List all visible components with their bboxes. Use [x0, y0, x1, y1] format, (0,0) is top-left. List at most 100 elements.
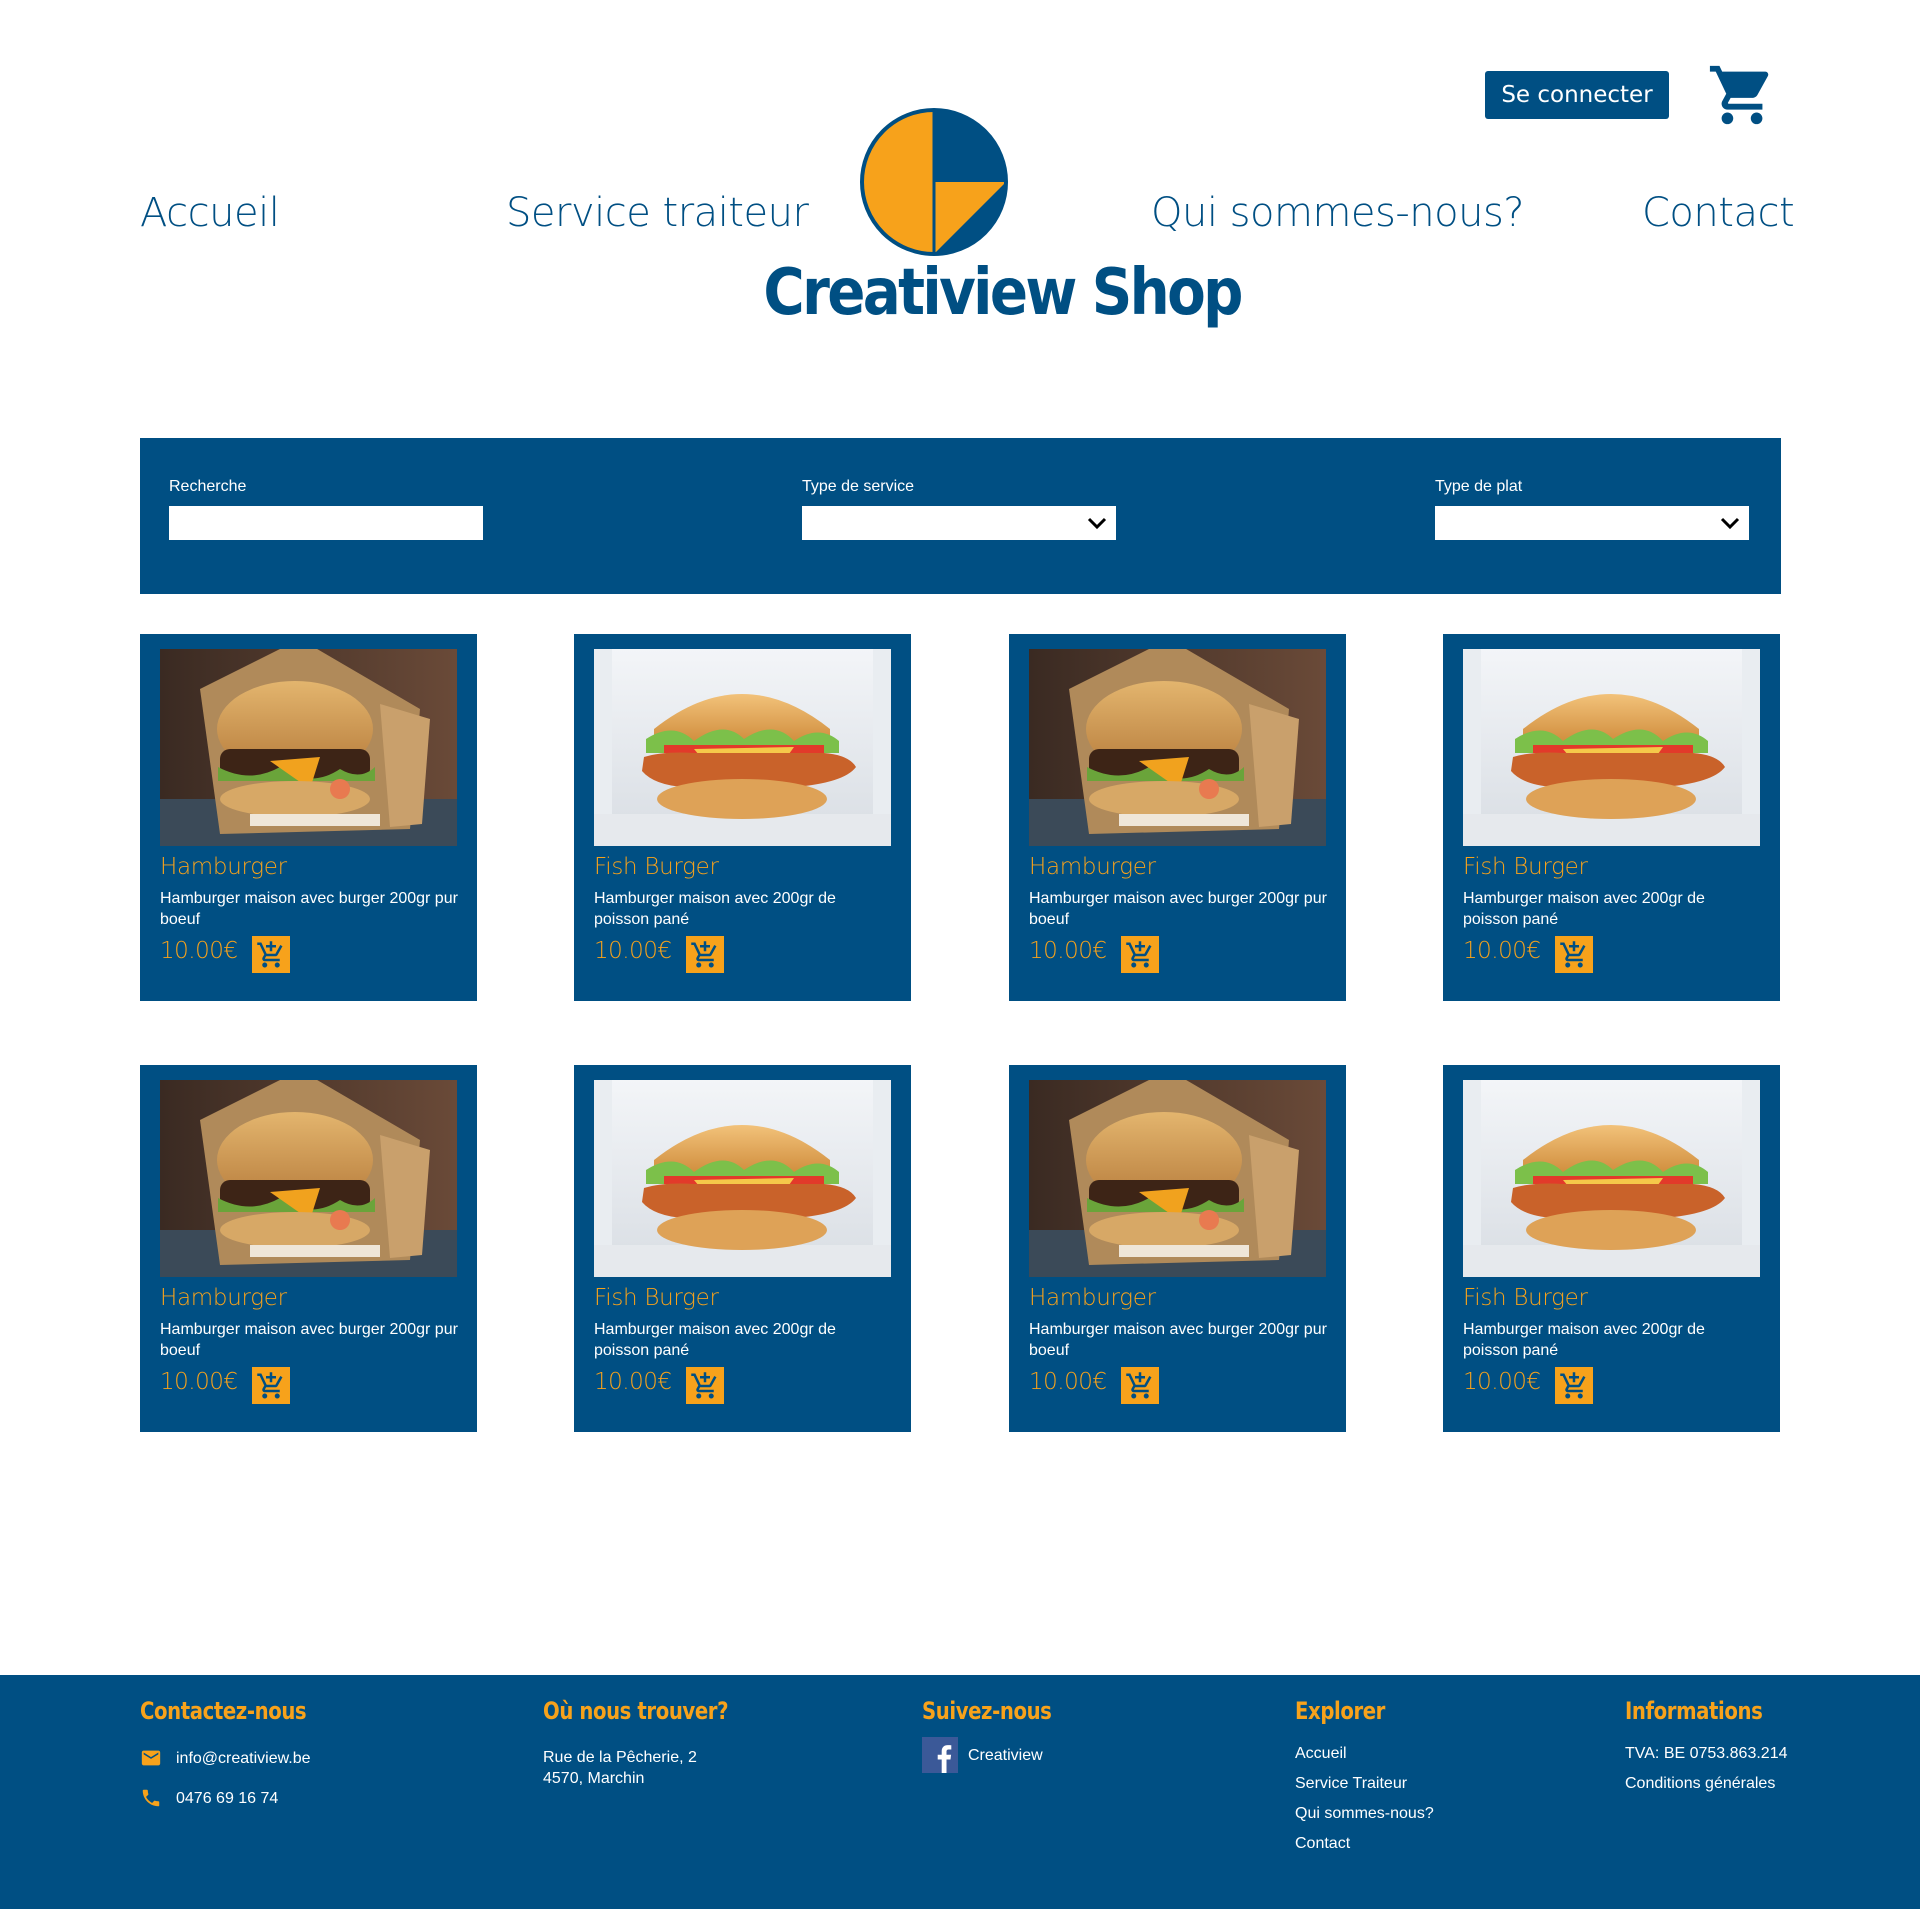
product-card[interactable]: Fish Burger Hamburger maison avec 200gr …: [1443, 1065, 1780, 1432]
product-name[interactable]: Fish Burger: [1463, 854, 1588, 880]
footer-link-contact[interactable]: Contact: [1295, 1829, 1434, 1859]
footer-location-title: Où nous trouver?: [543, 1697, 729, 1725]
add-to-cart-button[interactable]: [686, 936, 724, 973]
product-name[interactable]: Fish Burger: [594, 854, 719, 880]
search-label: Recherche: [169, 478, 247, 495]
product-price: 10.00€: [1463, 1369, 1541, 1395]
chevron-down-icon: [1087, 517, 1107, 530]
service-select[interactable]: [802, 506, 1116, 540]
dish-select[interactable]: [1435, 506, 1749, 540]
product-name[interactable]: Hamburger: [160, 854, 287, 880]
cart-icon[interactable]: [1707, 60, 1777, 130]
footer-address-line2: 4570, Marchin: [543, 1770, 645, 1787]
footer-link-service-traiteur[interactable]: Service Traiteur: [1295, 1769, 1434, 1799]
product-name[interactable]: Fish Burger: [1463, 1285, 1588, 1311]
footer-contact-title: Contactez-nous: [140, 1697, 307, 1725]
footer-vat: TVA: BE 0753.863.214: [1625, 1745, 1788, 1762]
add-to-cart-icon: [1560, 1371, 1586, 1398]
hamburger-image[interactable]: [1029, 1080, 1326, 1277]
add-to-cart-button[interactable]: [686, 1367, 724, 1404]
footer-social-title: Suivez-nous: [922, 1697, 1052, 1725]
fish-burger-image[interactable]: [1463, 1080, 1760, 1277]
product-price: 10.00€: [1029, 938, 1107, 964]
add-to-cart-icon: [1126, 1371, 1152, 1398]
product-card[interactable]: Hamburger Hamburger maison avec burger 2…: [140, 1065, 477, 1432]
facebook-label: Creatiview: [968, 1746, 1043, 1764]
search-filter: Recherche: [169, 478, 483, 540]
fish-burger-image[interactable]: [594, 649, 891, 846]
add-to-cart-button[interactable]: [1555, 936, 1593, 973]
product-description: Hamburger maison avec burger 200gr pur b…: [160, 1321, 458, 1359]
facebook-link[interactable]: Creatiview: [922, 1737, 1080, 1773]
footer-info-title: Informations: [1625, 1697, 1763, 1725]
nav-accueil[interactable]: Accueil: [140, 190, 280, 236]
nav-contact[interactable]: Contact: [1642, 190, 1795, 236]
product-card[interactable]: Hamburger Hamburger maison avec burger 2…: [1009, 1065, 1346, 1432]
service-label: Type de service: [802, 478, 915, 495]
product-price: 10.00€: [1029, 1369, 1107, 1395]
footer-email[interactable]: info@creatiview.be: [176, 1748, 311, 1769]
add-to-cart-button[interactable]: [252, 1367, 290, 1404]
footer-location: Où nous trouver? Rue de la Pêcherie, 2 4…: [543, 1697, 769, 1789]
chevron-down-icon: [1720, 517, 1740, 530]
dish-label: Type de plat: [1435, 478, 1523, 495]
add-to-cart-icon: [1126, 940, 1152, 967]
filter-bar: Recherche Type de service Type de plat: [140, 438, 1781, 594]
phone-icon: [142, 1789, 160, 1807]
brand-name: Creatiview Shop: [763, 256, 1243, 330]
login-button[interactable]: Se connecter: [1485, 71, 1669, 119]
hamburger-image[interactable]: [160, 649, 457, 846]
product-name[interactable]: Fish Burger: [594, 1285, 719, 1311]
product-price: 10.00€: [1463, 938, 1541, 964]
product-name[interactable]: Hamburger: [1029, 1285, 1156, 1311]
facebook-icon: [922, 1737, 958, 1773]
fish-burger-image[interactable]: [594, 1080, 891, 1277]
add-to-cart-button[interactable]: [1121, 1367, 1159, 1404]
mail-icon: [141, 1750, 161, 1766]
product-card[interactable]: Hamburger Hamburger maison avec burger 2…: [140, 634, 477, 1001]
product-card[interactable]: Fish Burger Hamburger maison avec 200gr …: [574, 634, 911, 1001]
footer-contact: Contactez-nous info@creatiview.be 0476 6…: [140, 1697, 343, 1827]
product-name[interactable]: Hamburger: [160, 1285, 287, 1311]
fish-burger-image[interactable]: [1463, 649, 1760, 846]
nav-service-traiteur[interactable]: Service traiteur: [506, 190, 809, 236]
search-input[interactable]: [169, 506, 483, 540]
footer-phone[interactable]: 0476 69 16 74: [176, 1788, 278, 1809]
hamburger-image[interactable]: [160, 1080, 457, 1277]
footer-info: Informations TVA: BE 0753.863.214 Condit…: [1625, 1697, 1793, 1799]
add-to-cart-icon: [691, 940, 717, 967]
product-price: 10.00€: [160, 1369, 238, 1395]
add-to-cart-icon: [257, 1371, 283, 1398]
add-to-cart-icon: [1560, 940, 1586, 967]
product-card[interactable]: Fish Burger Hamburger maison avec 200gr …: [574, 1065, 911, 1432]
product-name[interactable]: Hamburger: [1029, 854, 1156, 880]
product-description: Hamburger maison avec burger 200gr pur b…: [1029, 890, 1327, 928]
footer: Contactez-nous info@creatiview.be 0476 6…: [0, 1675, 1920, 1909]
footer-explore-title: Explorer: [1295, 1697, 1385, 1725]
add-to-cart-button[interactable]: [1555, 1367, 1593, 1404]
product-description: Hamburger maison avec 200gr de poisson p…: [594, 1321, 836, 1359]
add-to-cart-icon: [691, 1371, 717, 1398]
product-card[interactable]: Fish Burger Hamburger maison avec 200gr …: [1443, 634, 1780, 1001]
product-description: Hamburger maison avec burger 200gr pur b…: [160, 890, 458, 928]
footer-terms-link[interactable]: Conditions générales: [1625, 1769, 1793, 1799]
product-price: 10.00€: [594, 1369, 672, 1395]
footer-link-accueil[interactable]: Accueil: [1295, 1739, 1434, 1769]
footer-social: Suivez-nous Creatiview: [922, 1697, 1080, 1773]
dish-filter: Type de plat: [1435, 478, 1749, 540]
hamburger-image[interactable]: [1029, 649, 1326, 846]
footer-address-line1: Rue de la Pêcherie, 2: [543, 1749, 697, 1766]
footer-link-qui-sommes-nous[interactable]: Qui sommes-nous?: [1295, 1799, 1434, 1829]
logo-icon[interactable]: [858, 106, 1010, 258]
product-description: Hamburger maison avec burger 200gr pur b…: [1029, 1321, 1327, 1359]
add-to-cart-button[interactable]: [1121, 936, 1159, 973]
product-card[interactable]: Hamburger Hamburger maison avec burger 2…: [1009, 634, 1346, 1001]
add-to-cart-icon: [257, 940, 283, 967]
product-price: 10.00€: [160, 938, 238, 964]
nav-qui-sommes-nous[interactable]: Qui sommes-nous?: [1151, 190, 1525, 236]
product-description: Hamburger maison avec 200gr de poisson p…: [1463, 890, 1705, 928]
add-to-cart-button[interactable]: [252, 936, 290, 973]
product-description: Hamburger maison avec 200gr de poisson p…: [1463, 1321, 1705, 1359]
service-filter: Type de service: [802, 478, 1116, 540]
product-description: Hamburger maison avec 200gr de poisson p…: [594, 890, 836, 928]
